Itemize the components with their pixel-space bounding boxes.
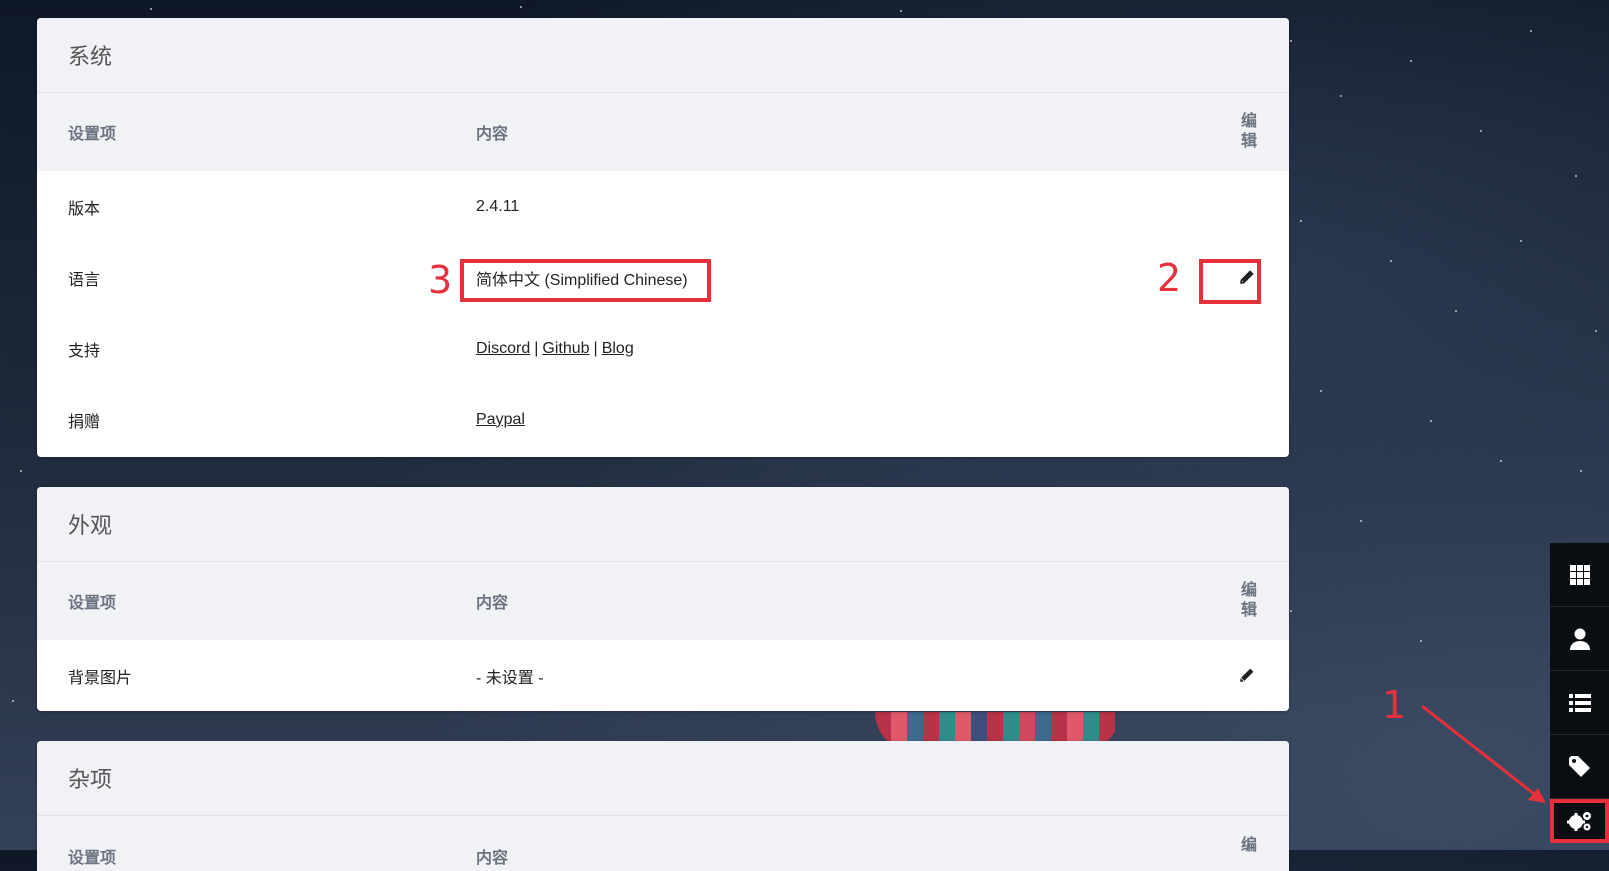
gears-icon [1566,812,1591,831]
row-key: 背景图片 [68,669,133,687]
system-settings-card: 系统 设置项 内容 编辑 版本 2.4.11 语言 简体中文 (Simplifi… [37,18,1289,457]
row-key: 版本 [68,200,101,218]
annotation-number-2: 2 [1157,256,1182,300]
row-key: 捐赠 [68,413,101,431]
paypal-link[interactable]: Paypal [476,411,525,428]
misc-settings-card: 杂项 设置项 内容 编 [37,741,1289,871]
section-title: 杂项 [37,741,1289,816]
link-separator: | [534,339,539,357]
donate-links: Paypal [476,411,525,429]
table-row-donate: 捐赠 Paypal [37,384,1289,455]
sidebar-item-apps[interactable] [1550,543,1609,607]
github-link[interactable]: Github [542,340,589,357]
blog-link[interactable]: Blog [602,340,634,357]
tag-icon [1568,755,1590,777]
appearance-settings-card: 外观 设置项 内容 编辑 背景图片 - 未设置 - [37,487,1289,711]
table-row-version: 版本 2.4.11 [37,171,1289,242]
column-header-edit: 编 [1240,837,1257,854]
user-icon [1569,628,1590,650]
row-value: 2.4.11 [476,197,520,215]
grid-icon [1569,564,1590,585]
column-header-value: 内容 [476,850,509,867]
annotation-box-edit-button [1199,259,1261,304]
section-title: 外观 [37,487,1289,562]
right-sidebar [1550,543,1609,843]
discord-link[interactable]: Discord [476,340,530,357]
column-header-edit: 编辑 [1240,582,1257,619]
pencil-icon [1239,668,1253,682]
sidebar-item-user[interactable] [1550,607,1609,671]
annotation-number-1: 1 [1382,683,1407,727]
annotation-box-language-value [460,259,711,302]
column-header-key: 设置项 [68,126,117,143]
edit-background-button[interactable] [1234,664,1258,688]
sidebar-item-settings[interactable] [1550,799,1609,843]
sidebar-item-tags[interactable] [1550,735,1609,799]
table-header: 设置项 内容 编辑 [37,93,1289,171]
column-header-key: 设置项 [68,850,117,867]
table-row-background-image: 背景图片 - 未设置 - [37,640,1289,711]
column-header-value: 内容 [476,126,509,143]
link-separator: | [593,339,598,357]
table-row-support: 支持 Discord | Github | Blog [37,313,1289,384]
table-header: 设置项 内容 编 [37,816,1289,871]
annotation-number-3: 3 [428,258,453,302]
section-title: 系统 [37,18,1289,93]
row-key: 语言 [68,271,101,289]
support-links: Discord | Github | Blog [476,340,634,358]
row-value: - 未设置 - [476,669,544,687]
table-header: 设置项 内容 编辑 [37,562,1289,640]
column-header-edit: 编辑 [1240,113,1257,150]
list-icon [1568,693,1591,712]
column-header-key: 设置项 [68,595,117,612]
column-header-value: 内容 [476,595,509,612]
sidebar-item-list[interactable] [1550,671,1609,735]
row-key: 支持 [68,342,101,360]
